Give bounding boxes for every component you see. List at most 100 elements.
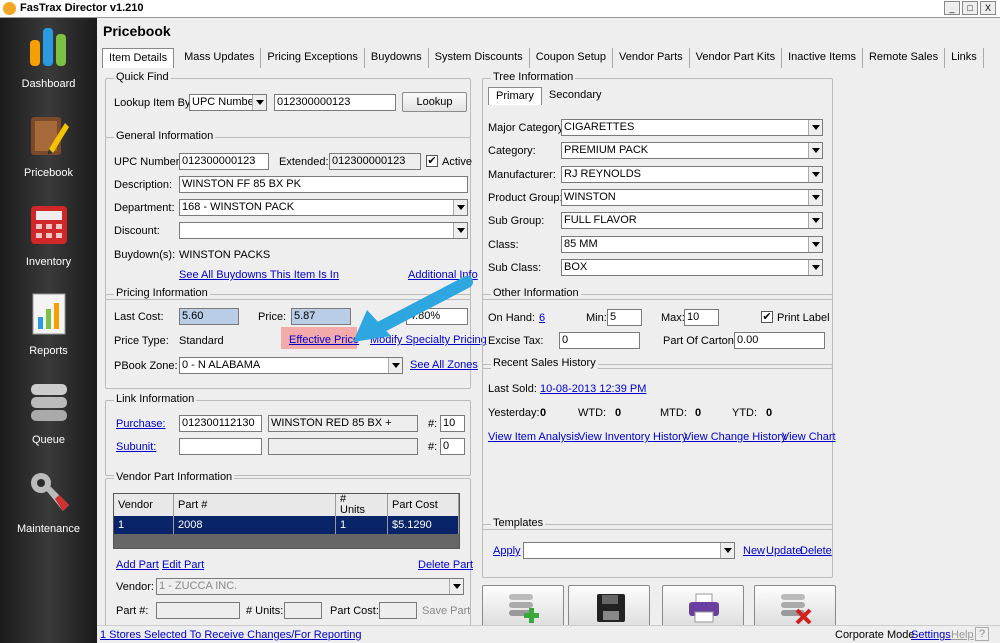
- window-title: FasTrax Director v1.210: [20, 2, 144, 14]
- lookup-mode-value: UPC Number: [192, 96, 258, 108]
- pbook-zone-select[interactable]: 0 - N ALABAMA: [179, 357, 403, 374]
- template-select[interactable]: [523, 542, 735, 559]
- tab-pricing-exceptions[interactable]: Pricing Exceptions: [261, 48, 365, 68]
- edit-part-link[interactable]: Edit Part: [162, 559, 204, 571]
- tab-mass-updates[interactable]: Mass Updates: [178, 48, 262, 68]
- min-field[interactable]: 5: [607, 309, 642, 326]
- cell-units: 1: [336, 516, 388, 534]
- save-button[interactable]: [568, 585, 650, 629]
- max-field[interactable]: 10: [684, 309, 719, 326]
- purchase-link[interactable]: Purchase:: [116, 418, 166, 430]
- manufacturer-select[interactable]: RJ REYNOLDS: [561, 166, 823, 183]
- part-number-field[interactable]: [156, 602, 240, 619]
- update-template-link[interactable]: Update: [766, 545, 801, 557]
- see-all-zones-link[interactable]: See All Zones: [410, 359, 478, 371]
- department-value: 168 - WINSTON PACK: [182, 201, 295, 213]
- tab-system-discounts[interactable]: System Discounts: [429, 48, 530, 68]
- subunit-link[interactable]: Subunit:: [116, 441, 156, 453]
- general-info-legend: General Information: [114, 130, 216, 142]
- tab-item-details[interactable]: Item Details: [102, 48, 175, 68]
- new-template-link[interactable]: New: [743, 545, 765, 557]
- col-vendor[interactable]: Vendor: [114, 494, 174, 516]
- units-field[interactable]: [284, 602, 322, 619]
- tab-inactive-items[interactable]: Inactive Items: [782, 48, 863, 68]
- lookup-button[interactable]: Lookup: [402, 92, 467, 112]
- close-button[interactable]: X: [980, 1, 996, 15]
- print-label-checkbox[interactable]: ✔: [761, 311, 773, 323]
- subunit-count-field[interactable]: 0: [440, 438, 465, 455]
- view-change-history-link[interactable]: View Change History: [684, 431, 787, 443]
- lookup-input[interactable]: 012300000123: [274, 94, 396, 111]
- add-item-button[interactable]: [482, 585, 564, 629]
- upc-field[interactable]: 012300000123: [179, 153, 269, 170]
- view-chart-link[interactable]: View Chart: [782, 431, 836, 443]
- col-part-number[interactable]: Part #: [174, 494, 336, 516]
- subunit-upc-field[interactable]: [179, 438, 262, 455]
- vendor-label: Vendor:: [116, 581, 154, 593]
- major-category-select[interactable]: CIGARETTES: [561, 119, 823, 136]
- tab-secondary[interactable]: Secondary: [542, 87, 609, 105]
- yesterday-label: Yesterday:: [488, 407, 540, 419]
- delete-item-button[interactable]: [754, 585, 836, 629]
- sub-group-select[interactable]: FULL FLAVOR: [561, 212, 823, 229]
- min-label: Min:: [586, 312, 607, 324]
- save-part-button[interactable]: Save Part: [422, 605, 470, 617]
- tab-primary[interactable]: Primary: [488, 87, 542, 105]
- active-checkbox[interactable]: ✔: [426, 155, 438, 167]
- purchase-upc-field[interactable]: 012300112130: [179, 415, 262, 432]
- delete-part-link[interactable]: Delete Part: [418, 559, 473, 571]
- excise-tax-field[interactable]: 0: [559, 332, 640, 349]
- chevron-down-icon: [388, 358, 402, 373]
- extended-field[interactable]: 012300000123: [329, 153, 421, 170]
- last-cost-field[interactable]: 5.60: [179, 308, 239, 325]
- discount-select[interactable]: [179, 222, 468, 239]
- tab-coupon-setup[interactable]: Coupon Setup: [530, 48, 614, 68]
- help-link[interactable]: Help: [951, 629, 974, 641]
- class-select[interactable]: 85 MM: [561, 236, 823, 253]
- tab-vendor-parts[interactable]: Vendor Parts: [613, 48, 690, 68]
- on-hand-link[interactable]: 6: [539, 312, 545, 324]
- delete-template-link[interactable]: Delete: [800, 545, 832, 557]
- col-part-cost[interactable]: Part Cost: [388, 494, 459, 516]
- tab-links[interactable]: Links: [945, 48, 984, 68]
- stores-selected-link[interactable]: 1 Stores Selected To Receive Changes/For…: [100, 629, 362, 641]
- tree-subtabs: Primary Secondary: [488, 87, 608, 105]
- purchase-count-field[interactable]: 10: [440, 415, 465, 432]
- manufacturer-label: Manufacturer:: [488, 169, 556, 181]
- sub-class-select[interactable]: BOX: [561, 259, 823, 276]
- tab-buydowns[interactable]: Buydowns: [365, 48, 429, 68]
- part-cost-field[interactable]: [379, 602, 417, 619]
- add-part-link[interactable]: Add Part: [116, 559, 159, 571]
- product-group-select[interactable]: WINSTON: [561, 189, 823, 206]
- help-icon[interactable]: ?: [975, 627, 989, 641]
- tab-remote-sales[interactable]: Remote Sales: [863, 48, 946, 68]
- vendor-part-group: Vendor Part Information Vendor Part # # …: [105, 471, 473, 634]
- ytd-label: YTD:: [732, 407, 758, 419]
- department-label: Department:: [114, 202, 175, 214]
- sidebar-item-label: Reports: [29, 345, 68, 357]
- apply-template-link[interactable]: Apply: [493, 545, 521, 557]
- table-row[interactable]: 1 2008 1 $5.1290: [114, 516, 459, 534]
- print-button[interactable]: [662, 585, 744, 629]
- category-select[interactable]: PREMIUM PACK: [561, 142, 823, 159]
- major-category-label: Major Category:: [488, 122, 567, 134]
- lookup-mode-select[interactable]: UPC Number: [189, 94, 267, 111]
- restore-button[interactable]: □: [962, 1, 978, 15]
- see-all-buydowns-link[interactable]: See All Buydowns This Item Is In: [179, 269, 339, 281]
- view-inventory-history-link[interactable]: View Inventory History: [578, 431, 687, 443]
- price-field[interactable]: 5.87: [291, 308, 351, 325]
- last-sold-link[interactable]: 10-08-2013 12:39 PM: [540, 383, 646, 395]
- vendor-select[interactable]: 1 - ZUCCA INC.: [156, 578, 464, 595]
- status-bar: 1 Stores Selected To Receive Changes/For…: [97, 625, 1000, 643]
- department-select[interactable]: 168 - WINSTON PACK: [179, 199, 468, 216]
- settings-link[interactable]: Settings: [911, 629, 951, 641]
- description-field[interactable]: WINSTON FF 85 BX PK: [179, 176, 468, 193]
- part-of-carton-field[interactable]: 0.00: [734, 332, 825, 349]
- col-units[interactable]: # Units: [336, 494, 388, 516]
- minimize-button[interactable]: _: [944, 1, 960, 15]
- view-item-analysis-link[interactable]: View Item Analysis: [488, 431, 580, 443]
- tab-vendor-part-kits[interactable]: Vendor Part Kits: [690, 48, 783, 68]
- subunit-description-field[interactable]: [268, 438, 418, 455]
- purchase-description-field[interactable]: WINSTON RED 85 BX +: [268, 415, 418, 432]
- sub-group-label: Sub Group:: [488, 215, 545, 227]
